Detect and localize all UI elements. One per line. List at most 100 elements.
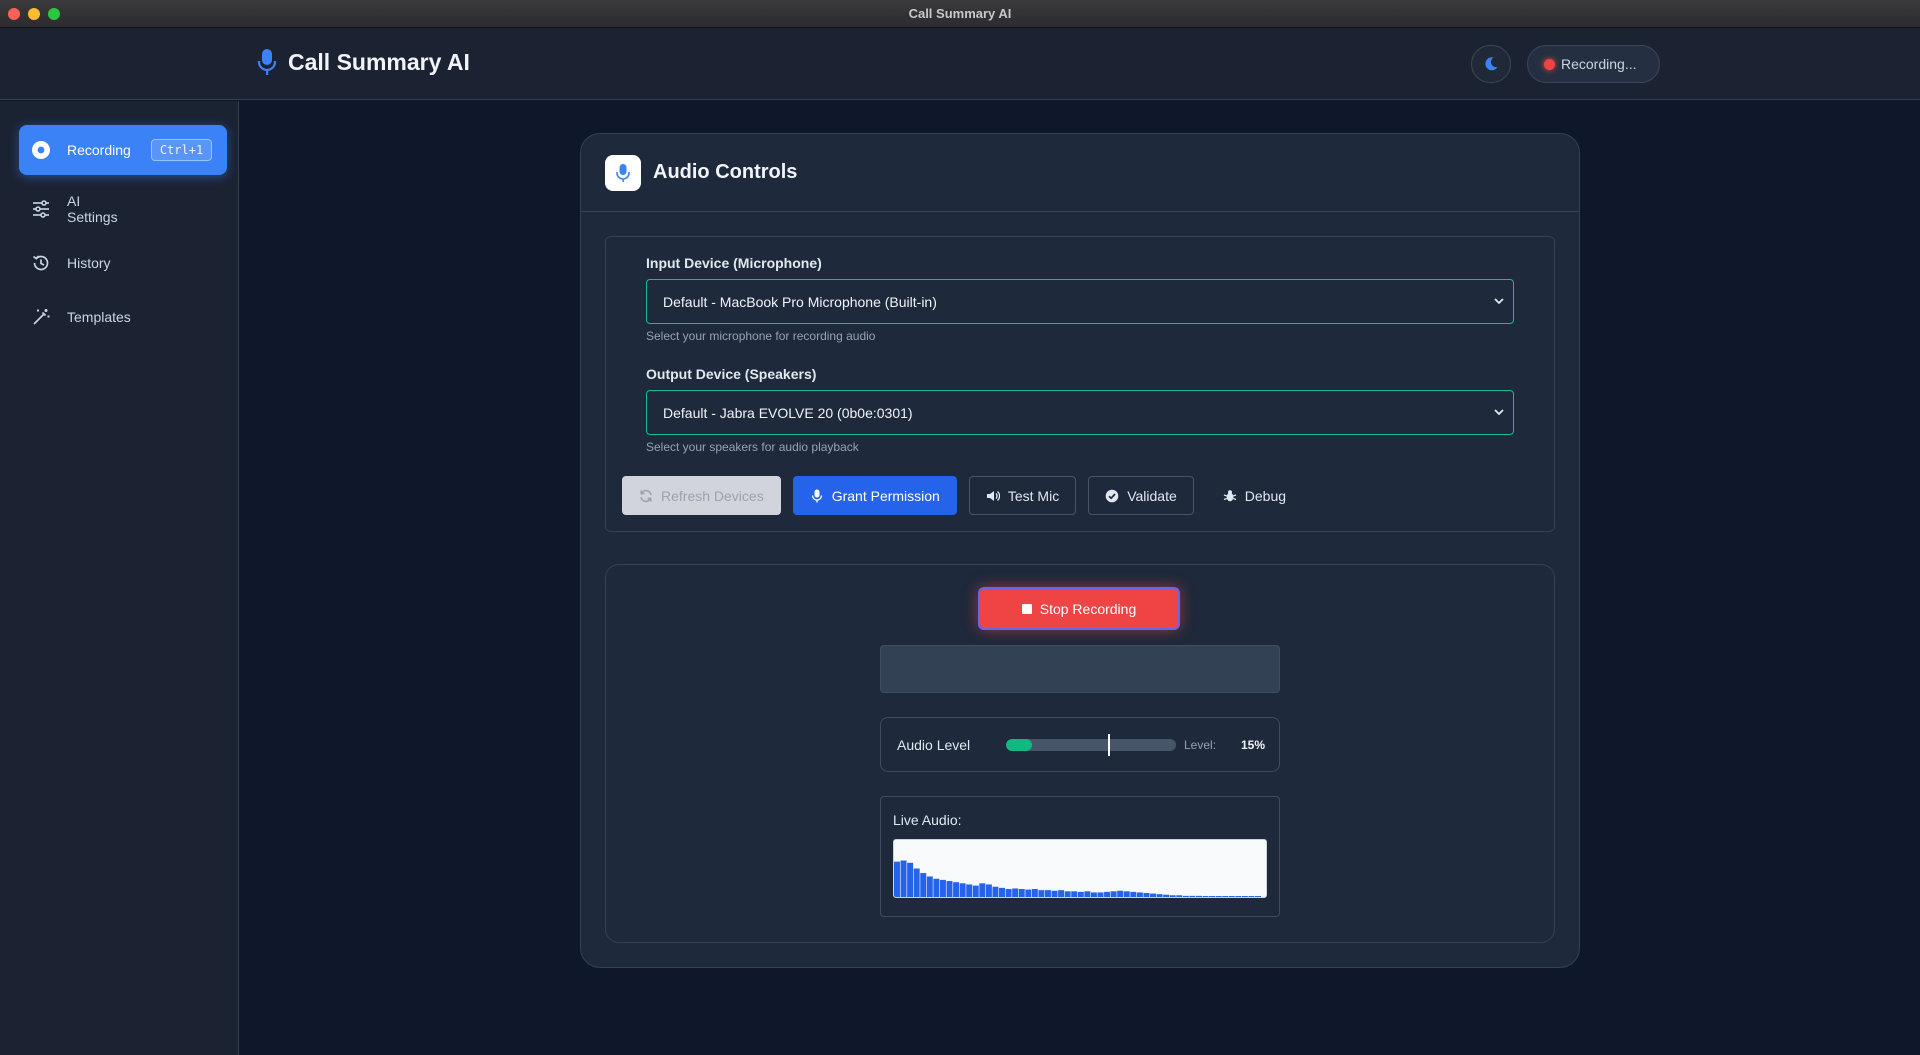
refresh-devices-button[interactable]: Refresh Devices bbox=[622, 476, 781, 515]
output-device-hint: Select your speakers for audio playback bbox=[646, 440, 859, 454]
waveform-bar bbox=[1130, 891, 1137, 897]
waveform-bar bbox=[1097, 892, 1104, 897]
waveform-bar bbox=[1235, 896, 1242, 897]
waveform-bar bbox=[1163, 894, 1170, 897]
waveform-bar bbox=[1195, 895, 1202, 897]
stop-icon bbox=[1021, 603, 1032, 614]
sidebar-item-label: Templates bbox=[67, 309, 131, 325]
waveform-bar bbox=[953, 882, 960, 897]
grant-permission-button[interactable]: Grant Permission bbox=[792, 476, 957, 515]
minimize-window-button[interactable] bbox=[28, 8, 40, 20]
app-title: Call Summary AI bbox=[288, 48, 470, 75]
waveform-bar bbox=[1189, 895, 1196, 897]
waveform-bar bbox=[1025, 889, 1032, 897]
sidebar-item-templates[interactable]: Templates bbox=[19, 297, 227, 337]
output-device-select[interactable]: Default - Jabra EVOLVE 20 (0b0e:0301) bbox=[646, 390, 1514, 435]
waveform-bar bbox=[1169, 895, 1176, 897]
waveform-bar bbox=[985, 884, 992, 897]
waveform-bar bbox=[907, 862, 914, 897]
test-mic-button[interactable]: Test Mic bbox=[968, 476, 1077, 515]
stop-recording-button[interactable]: Stop Recording bbox=[978, 587, 1180, 630]
waveform-bar bbox=[926, 876, 933, 897]
chevron-down-icon bbox=[1494, 298, 1504, 305]
waveform-bar bbox=[939, 879, 946, 897]
app-header: Call Summary AI Recording... bbox=[0, 28, 1920, 100]
waveform-bar bbox=[913, 868, 920, 897]
input-device-label: Input Device (Microphone) bbox=[646, 255, 822, 271]
sliders-icon bbox=[33, 200, 49, 218]
waveform-bar bbox=[1241, 896, 1248, 897]
waveform-bar bbox=[1202, 896, 1209, 897]
waveform-bar bbox=[959, 883, 966, 897]
test-mic-label: Test Mic bbox=[1007, 487, 1060, 504]
audio-level-track bbox=[1006, 739, 1176, 751]
sidebar: Recording Ctrl+1 AI Settings History Tem… bbox=[0, 101, 239, 1055]
refresh-devices-label: Refresh Devices bbox=[661, 487, 764, 504]
waveform-bar bbox=[999, 887, 1006, 897]
magic-wand-icon bbox=[33, 309, 50, 325]
recording-status-text: Recording... bbox=[1561, 56, 1637, 72]
sidebar-item-history[interactable]: History bbox=[19, 243, 227, 283]
live-audio-box: Live Audio: bbox=[880, 796, 1280, 917]
level-text: Level: bbox=[1184, 738, 1217, 752]
debug-label: Debug bbox=[1244, 487, 1287, 504]
maximize-window-button[interactable] bbox=[48, 8, 60, 20]
input-device-value: Default - MacBook Pro Microphone (Built-… bbox=[663, 293, 937, 310]
waveform-bar bbox=[1123, 891, 1130, 897]
audio-level-marker bbox=[1108, 734, 1110, 756]
sidebar-item-ai-settings[interactable]: AI Settings bbox=[19, 189, 227, 229]
waveform-bar bbox=[1044, 890, 1051, 897]
grant-permission-label: Grant Permission bbox=[831, 487, 940, 504]
microphone-icon bbox=[256, 48, 278, 76]
close-window-button[interactable] bbox=[8, 8, 20, 20]
validate-button[interactable]: Validate bbox=[1088, 476, 1194, 515]
card-header: Audio Controls bbox=[581, 134, 1579, 212]
waveform-bar bbox=[966, 884, 973, 897]
waveform-bar bbox=[1018, 889, 1025, 897]
waveform-bar bbox=[1209, 896, 1216, 897]
waveform-bar bbox=[1143, 893, 1150, 897]
validate-label: Validate bbox=[1127, 487, 1177, 504]
recording-status-box bbox=[880, 645, 1280, 693]
waveform-bar bbox=[972, 885, 979, 897]
stop-recording-label: Stop Recording bbox=[1039, 600, 1137, 617]
sidebar-item-recording[interactable]: Recording Ctrl+1 bbox=[19, 125, 227, 175]
speaker-icon bbox=[986, 490, 1000, 501]
debug-button[interactable]: Debug bbox=[1206, 476, 1303, 515]
waveform-bar bbox=[1176, 895, 1183, 897]
window-title: Call Summary AI bbox=[908, 6, 1012, 21]
waveform-bar bbox=[1228, 896, 1235, 897]
waveform-bar bbox=[1071, 891, 1078, 897]
waveform-bar bbox=[1064, 891, 1071, 897]
waveform-bar bbox=[1005, 889, 1012, 897]
waveform-bar bbox=[1038, 890, 1045, 897]
live-audio-waveform bbox=[893, 839, 1267, 898]
waveform-bar bbox=[1077, 891, 1084, 897]
input-device-select[interactable]: Default - MacBook Pro Microphone (Built-… bbox=[646, 279, 1514, 324]
waveform-bar bbox=[1150, 893, 1156, 897]
waveform-bar bbox=[1012, 888, 1019, 897]
device-settings-panel: Input Device (Microphone) Default - MacB… bbox=[605, 236, 1555, 532]
audio-level-label: Audio Level bbox=[897, 737, 971, 753]
waveform-bar bbox=[1031, 889, 1038, 897]
waveform-bar bbox=[992, 886, 999, 897]
recording-status-pill[interactable]: Recording... bbox=[1527, 45, 1660, 83]
waveform-bar bbox=[1051, 890, 1058, 897]
theme-toggle-button[interactable] bbox=[1471, 45, 1511, 83]
recording-dot-icon bbox=[1544, 58, 1555, 70]
microphone-icon bbox=[811, 489, 822, 502]
shortcut-badge: Ctrl+1 bbox=[150, 139, 213, 161]
brand: Call Summary AI bbox=[256, 48, 470, 76]
waveform-bar bbox=[1215, 896, 1222, 897]
waveform-bar bbox=[946, 881, 953, 897]
waveform-bar bbox=[900, 860, 907, 897]
level-value: 15% bbox=[1241, 738, 1266, 752]
waveform-bar bbox=[1110, 891, 1117, 897]
waveform-bar bbox=[1104, 891, 1111, 897]
sidebar-item-label: AI Settings bbox=[67, 193, 118, 225]
waveform-bar bbox=[1222, 896, 1229, 897]
waveform-bar bbox=[1255, 896, 1262, 897]
waveform-bar bbox=[1084, 891, 1091, 897]
bug-icon bbox=[1223, 489, 1236, 501]
recording-panel: Stop Recording Audio Level Level: 15% Li… bbox=[605, 564, 1555, 943]
